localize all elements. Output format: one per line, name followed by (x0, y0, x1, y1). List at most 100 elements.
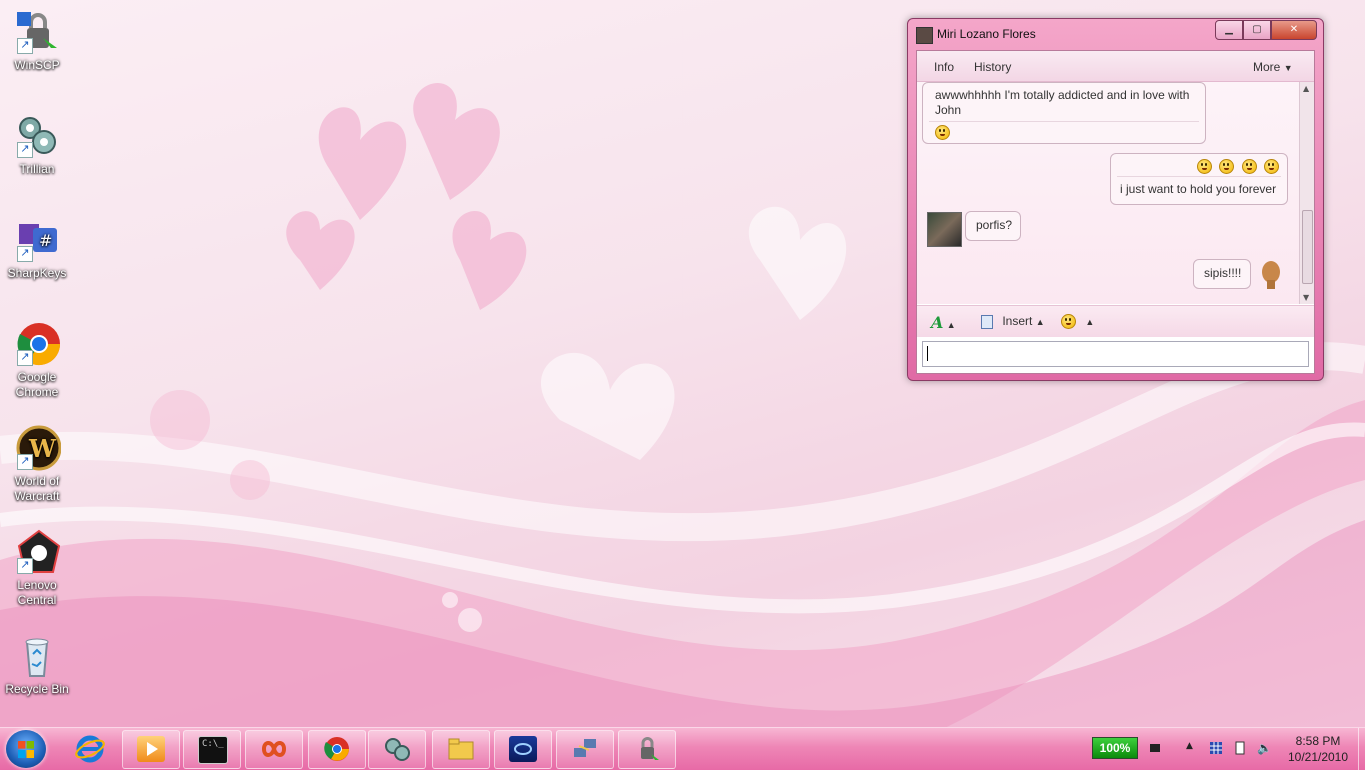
chrome-icon (323, 736, 351, 762)
winscp-icon (633, 736, 661, 762)
command-prompt-taskbar-button[interactable]: C:\_ (183, 730, 241, 769)
chat-menu-bar: Info History More ▼ (917, 51, 1314, 82)
desktop-icon-chrome[interactable]: ↗ Google Chrome (4, 320, 70, 400)
network-computers-icon (571, 736, 599, 762)
show-hidden-icons-icon[interactable]: ▲ (1186, 741, 1200, 755)
message-bubble-me: sipis!!!! (1193, 259, 1251, 289)
volume-icon[interactable]: 🔈 (1257, 741, 1272, 755)
shortcut-arrow-icon: ↗ (17, 246, 33, 262)
media-player-taskbar-button[interactable] (122, 730, 180, 769)
message-text: porfis? (976, 218, 1013, 232)
show-desktop-button[interactable] (1358, 728, 1365, 770)
info-tab[interactable]: Info (934, 60, 954, 74)
document-icon (981, 314, 993, 329)
command-prompt-icon: C:\_ (198, 736, 228, 764)
chrome-icon: ↗ (13, 320, 61, 368)
close-button[interactable]: ✕ (1271, 20, 1317, 40)
message-list[interactable]: awwwhhhhh I'm totally addicted and in lo… (917, 82, 1299, 304)
shortcut-arrow-icon: ↗ (17, 558, 33, 574)
shortcut-arrow-icon: ↗ (17, 142, 33, 158)
power-plug-icon[interactable] (1148, 741, 1162, 755)
desktop-icon-lenovo[interactable]: ↗ Lenovo Central (4, 528, 70, 608)
scroll-up-icon[interactable]: ▲ (1303, 84, 1309, 93)
more-menu[interactable]: More ▼ (1253, 60, 1293, 74)
shortcut-arrow-icon: ↗ (17, 38, 33, 54)
minimize-icon: ▁ (1225, 24, 1233, 35)
warcraft-icon: W ↗ (13, 424, 62, 472)
system-clock[interactable]: 8:58 PM 10/21/2010 (1278, 733, 1358, 765)
winscp-taskbar-button[interactable] (618, 730, 676, 769)
desktop-icon-label: Google Chrome (15, 370, 59, 399)
desktop-icon-label: Lenovo Central (17, 578, 57, 607)
close-icon: ✕ (1289, 24, 1299, 35)
battery-indicator[interactable]: 100% (1092, 737, 1138, 759)
history-tab[interactable]: History (974, 60, 1011, 74)
message-scrollbar[interactable]: ▲ ▼ (1299, 82, 1314, 304)
smiley-emoticon-icon (1241, 159, 1257, 175)
caret-up-icon: ▲ (1085, 317, 1095, 327)
clock-date: 10/21/2010 (1287, 750, 1349, 764)
message-bubble-contact: porfis? (965, 211, 1021, 241)
desktop-icon-recycle-bin[interactable]: Recycle Bin (4, 632, 70, 697)
compose-toolbar: A ▲ Insert ▲ ▲ (917, 305, 1314, 337)
text-caret (927, 346, 928, 361)
font-button[interactable]: A ▲ (931, 313, 956, 332)
emoticon-button[interactable]: ▲ (1061, 314, 1095, 330)
desktop-icon-winscp[interactable]: ↗ WinSCP (4, 8, 70, 73)
smiley-emoticon-icon (1264, 159, 1279, 175)
message-input[interactable] (922, 341, 1309, 367)
font-icon: A (931, 313, 944, 332)
app-taskbar-button[interactable] (494, 730, 552, 769)
svg-text:#: # (39, 231, 52, 250)
trillian-icon: ↗ (13, 112, 61, 160)
app-taskbar-button[interactable] (245, 730, 303, 769)
media-player-icon (137, 736, 165, 762)
taskbar: C:\_ 100% ▲ 🔈 8:58 PM 10/21/2010 (0, 727, 1365, 770)
scroll-thumb[interactable] (1302, 210, 1313, 284)
network-grid-icon[interactable] (1209, 741, 1223, 755)
desktop-icon-label: SharpKeys (7, 266, 67, 280)
desktop-icon-trillian[interactable]: ↗ Trillian (4, 112, 70, 177)
message-text: i just want to hold you forever (1117, 176, 1281, 196)
chat-panel: Info History More ▼ awwwhhhhh I'm totall… (916, 50, 1315, 374)
more-label: More (1253, 60, 1281, 74)
insert-label: Insert (1002, 314, 1033, 328)
user-avatar (1258, 260, 1284, 290)
desktop-icon-label: Recycle Bin (5, 682, 69, 696)
maximize-icon: ▢ (1252, 24, 1262, 35)
action-center-icon[interactable] (1233, 741, 1247, 755)
desktop-icon-label: World of Warcraft (14, 474, 60, 503)
sharpkeys-icon: # ↗ (13, 216, 61, 264)
trillian-taskbar-button[interactable] (368, 730, 426, 769)
message-text: sipis!!!! (1204, 266, 1242, 280)
recycle-bin-icon (13, 632, 61, 680)
shortcut-arrow-icon: ↗ (17, 350, 33, 366)
desktop-icon-label: WinSCP (14, 58, 60, 72)
title-bar[interactable]: Miri Lozano Flores ▁ ▢ ✕ (908, 19, 1323, 49)
folder-icon (447, 736, 475, 762)
ie-taskbar-button[interactable] (75, 734, 105, 764)
message-bubble-contact: awwwhhhhh I'm totally addicted and in lo… (922, 82, 1206, 144)
network-app-taskbar-button[interactable] (556, 730, 614, 769)
contact-avatar (927, 212, 962, 247)
desktop-icon-label: Trillian (19, 162, 55, 176)
insert-button[interactable]: Insert ▲ (981, 314, 1045, 329)
smiley-emoticon-icon (1219, 159, 1235, 175)
trillian-icon (383, 736, 411, 762)
chat-window[interactable]: Miri Lozano Flores ▁ ▢ ✕ Info History Mo… (907, 18, 1324, 381)
lenovo-icon: ↗ (13, 528, 61, 576)
desktop-icon-warcraft[interactable]: W ↗ World of Warcraft (4, 424, 70, 504)
maximize-button[interactable]: ▢ (1243, 20, 1271, 40)
scroll-down-icon[interactable]: ▼ (1303, 293, 1309, 302)
contact-avatar-small (916, 27, 933, 44)
chrome-taskbar-button[interactable] (308, 730, 366, 769)
start-button[interactable] (6, 730, 46, 768)
winscp-icon: ↗ (13, 8, 61, 56)
minimize-button[interactable]: ▁ (1215, 20, 1243, 40)
infinity-app-icon (260, 736, 288, 762)
explorer-taskbar-button[interactable] (432, 730, 490, 769)
smiley-emoticon-icon (935, 125, 950, 141)
clock-time: 8:58 PM (1295, 734, 1341, 748)
smiley-icon (1061, 314, 1076, 330)
desktop-icon-sharpkeys[interactable]: # ↗ SharpKeys (4, 216, 70, 281)
